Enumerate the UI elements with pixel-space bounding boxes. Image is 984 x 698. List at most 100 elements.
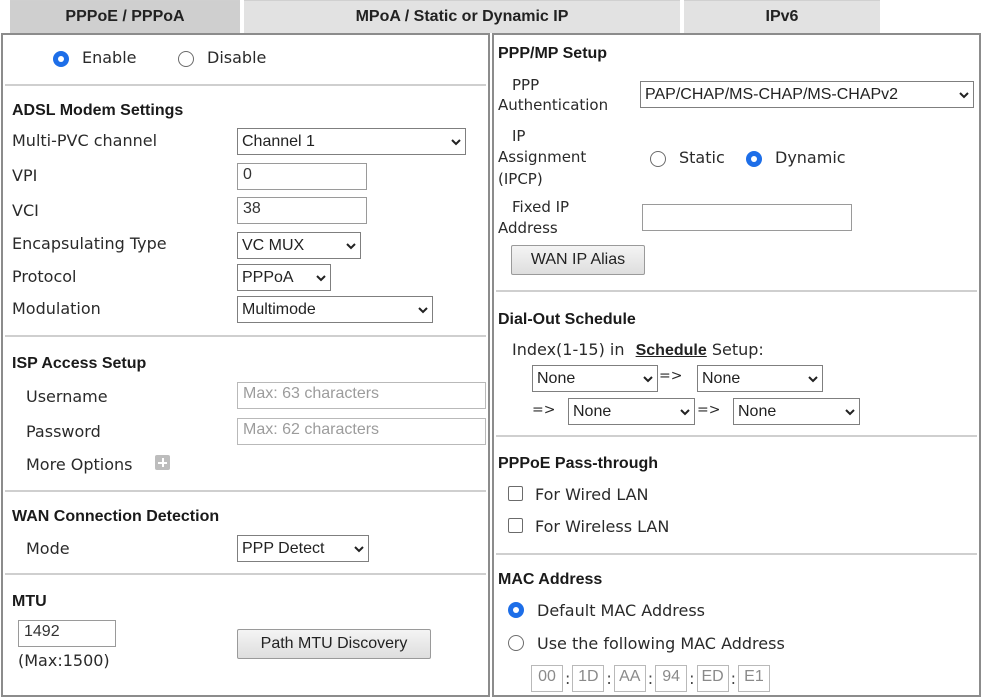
arrow-text: =>: [659, 368, 683, 384]
fixed-ip-label-line1: Fixed IP: [512, 198, 570, 216]
index-suffix: Setup:: [711, 340, 764, 359]
multi-pvc-label: Multi-PVC channel: [12, 131, 158, 150]
ip-dynamic-radio[interactable]: [746, 151, 762, 167]
password-label: Password: [26, 422, 101, 441]
vci-label: VCI: [12, 201, 39, 220]
encapsulating-type-label: Encapsulating Type: [12, 234, 167, 253]
mac-octet-2[interactable]: 1D: [572, 665, 605, 692]
mac-address-heading: MAC Address: [498, 571, 603, 588]
chevron-down-icon: [959, 91, 969, 98]
more-options-label: More Options: [26, 455, 133, 474]
chevron-down-icon: [346, 242, 356, 249]
mac-octet-1[interactable]: 00: [531, 665, 563, 692]
colon-separator: :: [565, 669, 571, 688]
chevron-down-icon: [680, 408, 690, 415]
detection-mode-select[interactable]: PPP Detect: [237, 535, 369, 562]
wan-ip-alias-button[interactable]: WAN IP Alias: [511, 245, 645, 275]
ppp-auth-label-line2: Authentication: [498, 96, 609, 114]
divider: [5, 573, 486, 575]
vci-input[interactable]: 38: [237, 197, 367, 224]
schedule-slot-4-select[interactable]: None: [733, 398, 860, 425]
ppp-authentication-select[interactable]: PAP/CHAP/MS-CHAP/MS-CHAPv2: [640, 81, 974, 108]
username-label: Username: [26, 387, 108, 406]
arrow-text: =>: [697, 402, 721, 418]
path-mtu-discovery-button[interactable]: Path MTU Discovery: [237, 629, 431, 659]
mtu-max-note: (Max:1500): [18, 651, 110, 670]
chevron-down-icon: [354, 545, 364, 552]
mode-label: Mode: [26, 539, 70, 558]
divider: [496, 290, 977, 292]
tab-mpoa-static-dynamic[interactable]: MPoA / Static or Dynamic IP: [244, 0, 680, 33]
ppp-mp-heading: PPP/MP Setup: [498, 45, 608, 62]
mtu-input[interactable]: 1492: [18, 620, 116, 647]
schedule-slot-1-select[interactable]: None: [532, 365, 658, 392]
dial-out-index-line: Index(1-15) in Schedule Setup:: [512, 340, 764, 360]
ip-assignment-label-line3: (IPCP): [498, 170, 543, 188]
chevron-down-icon: [316, 274, 326, 281]
default-mac-label: Default MAC Address: [537, 601, 705, 620]
chevron-down-icon: [808, 375, 818, 382]
ip-static-label: Static: [679, 148, 725, 167]
mac-octet-fields: 00 : 1D : AA : 94 : ED : E1: [531, 665, 770, 692]
mtu-heading: MTU: [12, 593, 47, 610]
fixed-ip-label-line2: Address: [498, 219, 558, 237]
multi-pvc-select[interactable]: Channel 1: [237, 128, 466, 155]
colon-separator: :: [730, 669, 736, 688]
divider: [496, 553, 977, 555]
wired-lan-label: For Wired LAN: [535, 485, 649, 504]
wired-lan-checkbox[interactable]: [508, 486, 523, 501]
ppp-auth-label-line1: PPP: [512, 76, 540, 94]
divider: [496, 435, 977, 437]
modulation-label: Modulation: [12, 299, 101, 318]
wan-detection-heading: WAN Connection Detection: [12, 508, 220, 525]
plus-icon[interactable]: [155, 455, 170, 470]
password-input[interactable]: Max: 62 characters: [237, 418, 486, 445]
protocol-label: Protocol: [12, 267, 77, 286]
index-prefix: Index(1-15) in: [512, 340, 625, 359]
colon-separator: :: [606, 669, 612, 688]
isp-access-heading: ISP Access Setup: [12, 355, 147, 372]
wireless-lan-label: For Wireless LAN: [535, 517, 670, 536]
custom-mac-label: Use the following MAC Address: [537, 634, 785, 653]
ip-dynamic-label: Dynamic: [775, 148, 846, 167]
pppoe-passthrough-heading: PPPoE Pass-through: [498, 455, 659, 472]
tab-label: IPv6: [765, 8, 799, 25]
wireless-lan-checkbox[interactable]: [508, 518, 523, 533]
arrow-text: =>: [532, 402, 556, 418]
divider: [5, 490, 486, 492]
protocol-select[interactable]: PPPoA: [237, 264, 331, 291]
encapsulating-type-select[interactable]: VC MUX: [237, 232, 361, 259]
vpi-input[interactable]: 0: [237, 163, 367, 190]
tab-label: PPPoE / PPPoA: [65, 8, 185, 25]
tab-pppoe-pppoa[interactable]: PPPoE / PPPoA: [10, 0, 240, 33]
schedule-link[interactable]: Schedule: [636, 342, 707, 359]
default-mac-radio[interactable]: [508, 602, 524, 618]
vpi-label: VPI: [12, 166, 38, 185]
mac-octet-4[interactable]: 94: [655, 665, 688, 692]
custom-mac-radio[interactable]: [508, 635, 524, 651]
ip-static-radio[interactable]: [650, 151, 666, 167]
username-input[interactable]: Max: 63 characters: [237, 382, 486, 409]
chevron-down-icon: [418, 306, 428, 313]
mac-octet-6[interactable]: E1: [737, 665, 770, 692]
disable-label: Disable: [207, 48, 267, 67]
divider: [5, 335, 486, 337]
ip-assignment-label-line2: Assignment: [498, 148, 587, 166]
dial-out-heading: Dial-Out Schedule: [498, 311, 636, 328]
fixed-ip-input[interactable]: [642, 204, 852, 231]
disable-radio[interactable]: [178, 51, 194, 67]
chevron-down-icon: [845, 408, 855, 415]
schedule-slot-3-select[interactable]: None: [568, 398, 695, 425]
enable-label: Enable: [82, 48, 137, 67]
colon-separator: :: [647, 669, 654, 688]
mac-octet-3[interactable]: AA: [613, 665, 646, 692]
tab-label: MPoA / Static or Dynamic IP: [355, 8, 569, 25]
mac-octet-5[interactable]: ED: [696, 665, 729, 692]
colon-separator: :: [689, 669, 695, 688]
ip-assignment-label-line1: IP: [512, 127, 526, 145]
modulation-select[interactable]: Multimode: [237, 296, 433, 323]
tab-ipv6[interactable]: IPv6: [684, 0, 880, 33]
adsl-heading: ADSL Modem Settings: [12, 102, 184, 119]
enable-radio[interactable]: [53, 51, 69, 67]
schedule-slot-2-select[interactable]: None: [697, 365, 823, 392]
